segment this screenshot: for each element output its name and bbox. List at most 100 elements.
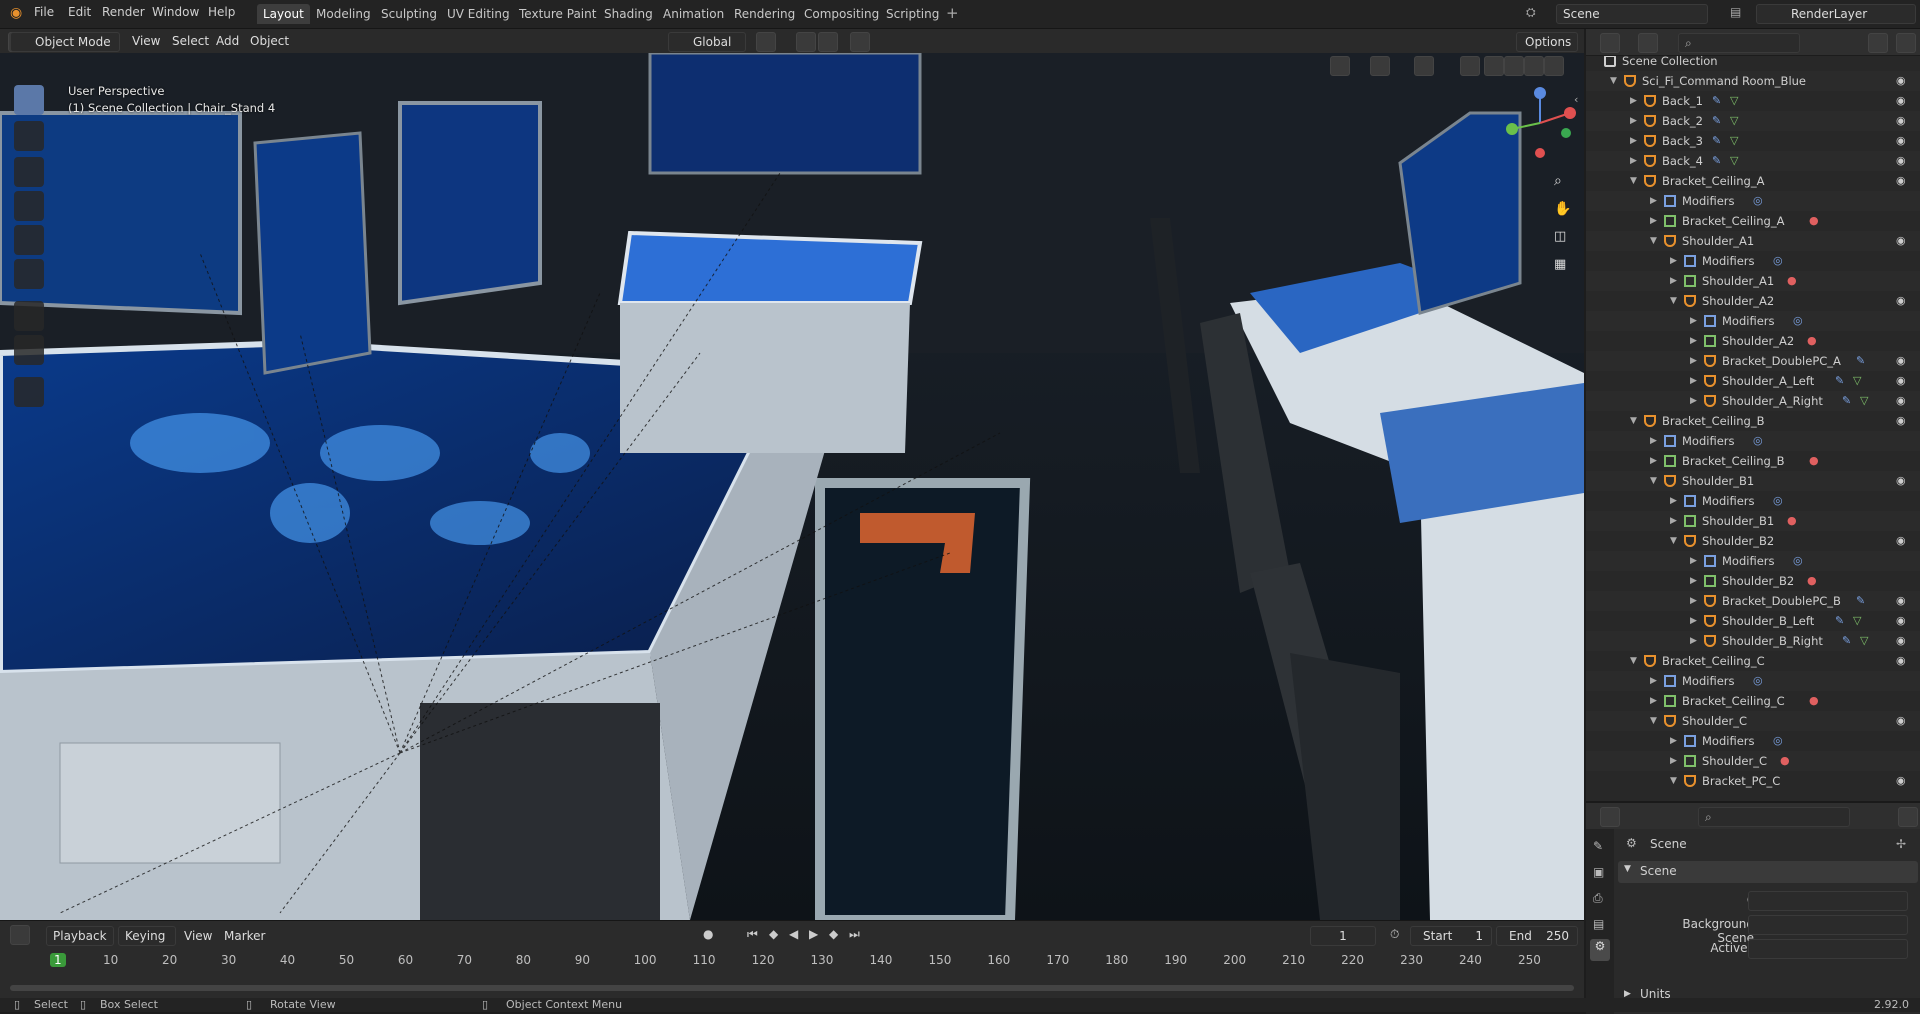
filter-icon[interactable] (1868, 33, 1888, 53)
outliner-editor-icon[interactable] (1600, 33, 1620, 53)
expand-down-icon[interactable]: ▼ (1630, 411, 1637, 431)
modifier-stack-icon[interactable]: ◎ (1753, 671, 1763, 691)
expand-down-icon[interactable]: ▼ (1650, 471, 1657, 491)
outliner-row[interactable]: ▼ Bracket_Ceiling_B ◉ (1586, 411, 1920, 431)
menu-select[interactable]: Select (172, 32, 209, 50)
properties-editor-icon[interactable] (1600, 807, 1620, 827)
material-icon[interactable]: ● (1809, 211, 1819, 231)
snap-target-icon[interactable] (818, 32, 838, 52)
sidebar-toggle-icon[interactable]: ‹ (1574, 93, 1578, 106)
material-icon[interactable]: ● (1787, 271, 1797, 291)
expand-right-icon[interactable]: ▶ (1690, 631, 1697, 651)
outliner-row[interactable]: ▶ Bracket_DoublePC_A ✎ ◉ (1586, 351, 1920, 371)
modifier-stack-icon[interactable]: ◎ (1753, 431, 1763, 451)
pin-icon[interactable]: ✢ (1896, 837, 1906, 851)
outliner-row[interactable]: ▶ Shoulder_B_Right ✎ ▽ ◉ (1586, 631, 1920, 651)
material-icon[interactable]: ● (1809, 451, 1819, 471)
menu-object[interactable]: Object (250, 32, 289, 50)
blender-logo-icon[interactable]: ◉ (10, 5, 22, 21)
renderlayer-selector[interactable]: RenderLayer (1756, 4, 1916, 24)
outliner-row[interactable]: ▼ Sci_Fi_Command Room_Blue ◉ (1586, 71, 1920, 91)
orientation-selector[interactable]: Global (668, 32, 746, 52)
expand-right-icon[interactable]: ▶ (1670, 731, 1677, 751)
outliner[interactable]: Scene Collection ▼ Sci_Fi_Command Room_Blu… (1586, 29, 1920, 801)
expand-right-icon[interactable]: ▶ (1670, 511, 1677, 531)
outliner-row[interactable]: ▶ Bracket_Ceiling_A ● (1586, 211, 1920, 231)
visibility-eye-icon[interactable]: ◉ (1896, 631, 1906, 651)
modifier-wrench-icon[interactable]: ✎ (1842, 391, 1851, 411)
gizmo-icon[interactable] (1370, 56, 1390, 76)
transform-tool[interactable] (14, 259, 44, 289)
material-icon[interactable]: ● (1809, 691, 1819, 711)
modifier-wrench-icon[interactable]: ✎ (1856, 351, 1865, 371)
navigation-gizmo[interactable] (1500, 83, 1580, 163)
scene-tab-icon[interactable]: ⚙ (1590, 939, 1610, 961)
visibility-eye-icon[interactable]: ◉ (1896, 371, 1906, 391)
snap-icon[interactable] (796, 32, 816, 52)
outliner-row[interactable]: ▼ Shoulder_B2 ◉ (1586, 531, 1920, 551)
modifier-stack-icon[interactable]: ◎ (1753, 191, 1763, 211)
shading-wire-icon[interactable] (1484, 56, 1504, 76)
mesh-data-icon[interactable]: ▽ (1730, 131, 1738, 151)
background-scene-field[interactable] (1748, 915, 1908, 935)
visibility-eye-icon[interactable]: ◉ (1896, 231, 1906, 251)
outliner-row[interactable]: ▶ Shoulder_A1 ● (1586, 271, 1920, 291)
expand-right-icon[interactable]: ▶ (1670, 271, 1677, 291)
mesh-data-icon[interactable]: ▽ (1730, 151, 1738, 171)
mesh-data-icon[interactable]: ▽ (1860, 391, 1868, 411)
outliner-row[interactable]: ▶ Shoulder_A_Right ✎ ▽ ◉ (1586, 391, 1920, 411)
expand-right-icon[interactable]: ▶ (1670, 491, 1677, 511)
outliner-row[interactable]: ▼ Shoulder_B1 ◉ (1586, 471, 1920, 491)
tab-uv-editing[interactable]: UV Editing (441, 4, 516, 24)
expand-right-icon[interactable]: ▶ (1690, 331, 1697, 351)
expand-down-icon[interactable]: ▼ (1610, 71, 1617, 91)
camera-field[interactable] (1748, 891, 1908, 911)
outliner-row[interactable]: ▶ Modifiers ◎ (1586, 731, 1920, 751)
expand-right-icon[interactable]: ▶ (1630, 131, 1637, 151)
modifier-wrench-icon[interactable]: ✎ (1842, 631, 1851, 651)
visibility-eye-icon[interactable]: ◉ (1896, 171, 1906, 191)
menu-add[interactable]: Add (216, 32, 239, 50)
options-button[interactable]: Options (1516, 32, 1578, 52)
mesh-data-icon[interactable]: ▽ (1860, 631, 1868, 651)
move-tool[interactable] (14, 157, 44, 187)
outliner-row[interactable]: ▶ Modifiers ◎ (1586, 431, 1920, 451)
add-cube-tool[interactable] (14, 377, 44, 407)
new-collection-icon[interactable] (1896, 33, 1916, 53)
tab-layout[interactable]: Layout (257, 4, 310, 24)
visibility-eye-icon[interactable]: ◉ (1896, 291, 1906, 311)
visibility-icon[interactable] (1330, 56, 1350, 76)
add-workspace-icon[interactable]: + (946, 4, 959, 22)
expand-right-icon[interactable]: ▶ (1690, 611, 1697, 631)
active-clip-field[interactable] (1748, 939, 1908, 959)
expand-down-icon[interactable]: ▼ (1670, 291, 1677, 311)
outliner-row[interactable]: ▶ Modifiers ◎ (1586, 551, 1920, 571)
menu-edit[interactable]: Edit (68, 5, 91, 19)
properties-options-icon[interactable] (1898, 807, 1918, 827)
expand-right-icon[interactable]: ▶ (1690, 551, 1697, 571)
tool-tab-icon[interactable]: ✎ (1593, 839, 1603, 853)
material-icon[interactable]: ● (1807, 571, 1817, 591)
outliner-row[interactable]: ▶ Bracket_DoublePC_B ✎ ◉ (1586, 591, 1920, 611)
outliner-row[interactable]: ▶ Bracket_Ceiling_C ● (1586, 691, 1920, 711)
menu-view[interactable]: View (132, 32, 160, 50)
expand-down-icon[interactable]: ▼ (1630, 171, 1637, 191)
outliner-row[interactable]: ▶ Modifiers ◎ (1586, 491, 1920, 511)
expand-down-icon[interactable]: ▼ (1650, 231, 1657, 251)
expand-down-icon[interactable]: ▼ (1650, 711, 1657, 731)
outliner-row[interactable]: ▶ Back_3 ✎ ▽ ◉ (1586, 131, 1920, 151)
expand-right-icon[interactable]: ▶ (1670, 251, 1677, 271)
tab-animation[interactable]: Animation (657, 4, 730, 24)
modifier-wrench-icon[interactable]: ✎ (1835, 371, 1844, 391)
menu-render[interactable]: Render (102, 5, 145, 19)
visibility-eye-icon[interactable]: ◉ (1896, 651, 1906, 671)
rotate-tool[interactable] (14, 191, 44, 221)
visibility-eye-icon[interactable]: ◉ (1896, 591, 1906, 611)
expand-right-icon[interactable]: ▶ (1670, 751, 1677, 771)
menu-file[interactable]: File (34, 5, 54, 19)
expand-right-icon[interactable]: ▶ (1690, 351, 1697, 371)
measure-tool[interactable] (14, 335, 44, 365)
ortho-toggle-icon[interactable]: ▦ (1554, 257, 1566, 272)
view-layer-tab-icon[interactable]: ▤ (1593, 917, 1604, 931)
outliner-row[interactable]: ▶ Shoulder_B1 ● (1586, 511, 1920, 531)
